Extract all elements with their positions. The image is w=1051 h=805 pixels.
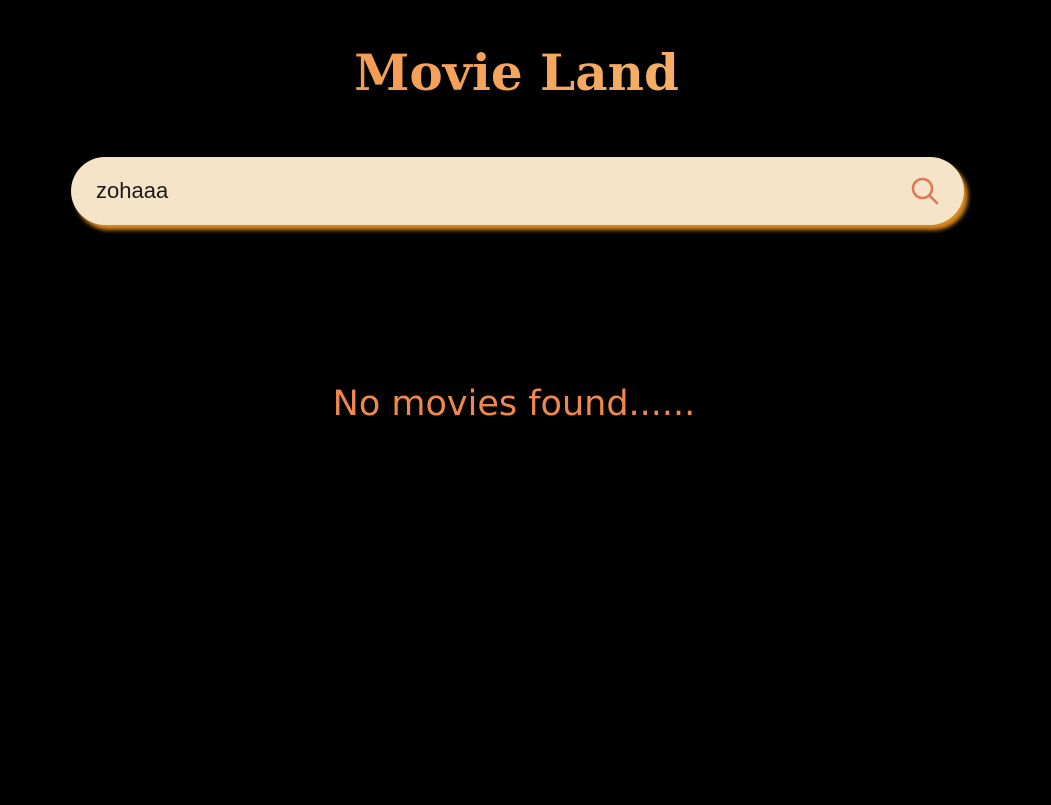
search-input[interactable] — [96, 171, 908, 211]
search-button[interactable] — [908, 174, 942, 208]
app-root: Movie Land No movies found...... — [0, 0, 1051, 805]
search-bar — [71, 157, 964, 225]
app-title: Movie Land — [0, 40, 1033, 106]
empty-results-message: No movies found...... — [332, 384, 696, 424]
search-icon — [911, 177, 939, 205]
